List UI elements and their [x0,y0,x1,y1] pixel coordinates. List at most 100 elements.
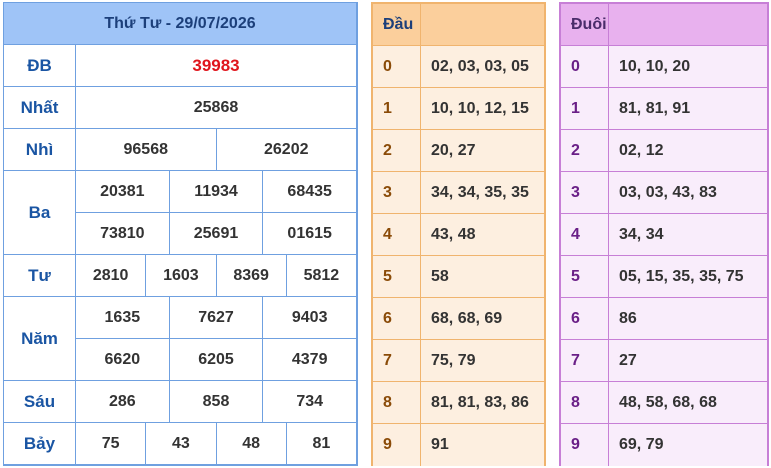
dau-numbers: 68, 68, 69 [431,309,503,327]
duoi-numbers: 05, 15, 35, 35, 75 [619,267,744,285]
duoi-row: 9 69, 79 [561,424,767,466]
duoi-row: 6 86 [561,298,767,340]
dau-digit: 2 [373,130,421,171]
duoi-digit: 6 [561,298,609,339]
prize-value: 6205 [170,339,264,380]
dau-numbers: 10, 10, 12, 15 [431,99,529,117]
dau-digit: 9 [373,424,421,466]
prize-value: 81 [312,435,331,452]
prize-value: 75 [76,423,147,465]
prize-row-tu: Tư 2810 1603 8369 5812 [4,255,356,297]
dau-row: 1 10, 10, 12, 15 [373,88,544,130]
dau-numbers: 75, 79 [431,351,476,369]
prize-label: Tư [4,255,76,296]
dau-digit: 7 [373,340,421,381]
duoi-header-label: Đuôi [561,4,609,45]
duoi-digit: 7 [561,340,609,381]
dau-digit: 3 [373,172,421,213]
duoi-row: 1 81, 81, 91 [561,88,767,130]
duoi-digit: 3 [561,172,609,213]
dau-row: 5 58 [373,256,544,298]
dau-digit: 6 [373,298,421,339]
prize-value: 734 [296,392,324,410]
dau-numbers: 02, 03, 03, 05 [431,57,529,75]
dau-row: 4 43, 48 [373,214,544,256]
prize-value: 858 [170,381,264,422]
prize-row-nam: Năm 1635 7627 9403 6620 6205 4379 [4,297,356,381]
duoi-row: 0 10, 10, 20 [561,46,767,88]
duoi-numbers: 48, 58, 68, 68 [619,393,717,411]
dau-row: 3 34, 34, 35, 35 [373,172,544,214]
duoi-row: 4 34, 34 [561,214,767,256]
prize-label: Sáu [4,381,76,422]
prize-label: Nhì [4,129,76,170]
prize-value: 5812 [303,266,340,284]
special-prize-value: 39983 [192,55,240,75]
prize-row-bay: Bảy 75 43 48 81 [4,423,356,465]
prize-row-db: ĐB 39983 [4,45,356,87]
prize-value: 96568 [76,129,217,170]
duoi-row: 3 03, 03, 43, 83 [561,172,767,214]
dau-row: 8 81, 81, 83, 86 [373,382,544,424]
prize-value: 286 [76,381,170,422]
prize-value: 68435 [287,182,332,200]
prize-value: 26202 [264,140,309,158]
duoi-numbers: 34, 34 [619,225,664,243]
duoi-header: Đuôi [561,4,767,46]
duoi-numbers: 02, 12 [619,141,664,159]
prize-label: Bảy [4,423,76,465]
dau-row: 6 68, 68, 69 [373,298,544,340]
prize-value: 2810 [76,255,147,296]
dau-header-label: Đầu [373,4,421,45]
prize-value: 01615 [287,224,332,242]
dau-numbers: 43, 48 [431,225,476,243]
prize-value: 11934 [170,171,264,212]
prize-row-nhat: Nhất 25868 [4,87,356,129]
dau-digit: 5 [373,256,421,297]
prize-value: 48 [217,423,287,465]
prize-label: ĐB [4,45,76,86]
prize-value: 43 [146,423,217,465]
prize-value: 8369 [217,255,287,296]
dau-row: 0 02, 03, 03, 05 [373,46,544,88]
prize-value: 1635 [76,297,170,338]
duoi-table: Đuôi 0 10, 10, 20 1 81, 81, 91 2 02, 12 3 03, 0… [559,2,769,466]
dau-table: Đầu 0 02, 03, 03, 05 1 10, 10, 12, 15 2 20, 2… [371,2,546,466]
prize-value: 73810 [76,213,170,254]
prize-value: 7627 [170,297,264,338]
lottery-results-table: Thứ Tư - 29/07/2026 ĐB 39983 Nhất 25868 … [3,2,358,466]
prize-value: 6620 [76,339,170,380]
duoi-numbers: 81, 81, 91 [619,99,691,117]
prize-label: Ba [4,171,76,254]
dau-numbers: 34, 34, 35, 35 [431,183,529,201]
dau-row: 7 75, 79 [373,340,544,382]
duoi-digit: 9 [561,424,609,466]
dau-numbers: 58 [431,267,449,285]
duoi-numbers: 03, 03, 43, 83 [619,183,717,201]
dau-digit: 4 [373,214,421,255]
prize-value: 25691 [170,213,264,254]
prize-value: 4379 [291,350,328,368]
prize-value: 9403 [291,308,328,326]
duoi-digit: 4 [561,214,609,255]
dau-numbers: 81, 81, 83, 86 [431,393,529,411]
dau-digit: 1 [373,88,421,129]
prize-row-sau: Sáu 286 858 734 [4,381,356,423]
prize-row-ba: Ba 20381 11934 68435 73810 25691 01615 [4,171,356,255]
duoi-row: 7 27 [561,340,767,382]
duoi-numbers: 27 [619,351,637,369]
duoi-digit: 5 [561,256,609,297]
duoi-digit: 2 [561,130,609,171]
prize-row-nhi: Nhì 96568 26202 [4,129,356,171]
duoi-digit: 8 [561,382,609,423]
dau-header: Đầu [373,4,544,46]
duoi-row: 5 05, 15, 35, 35, 75 [561,256,767,298]
duoi-numbers: 10, 10, 20 [619,57,691,75]
duoi-digit: 0 [561,46,609,87]
dau-numbers: 91 [431,436,449,453]
dau-numbers: 20, 27 [431,141,476,159]
duoi-digit: 1 [561,88,609,129]
prize-value: 20381 [76,171,170,212]
duoi-row: 2 02, 12 [561,130,767,172]
prize-label: Nhất [4,87,76,128]
